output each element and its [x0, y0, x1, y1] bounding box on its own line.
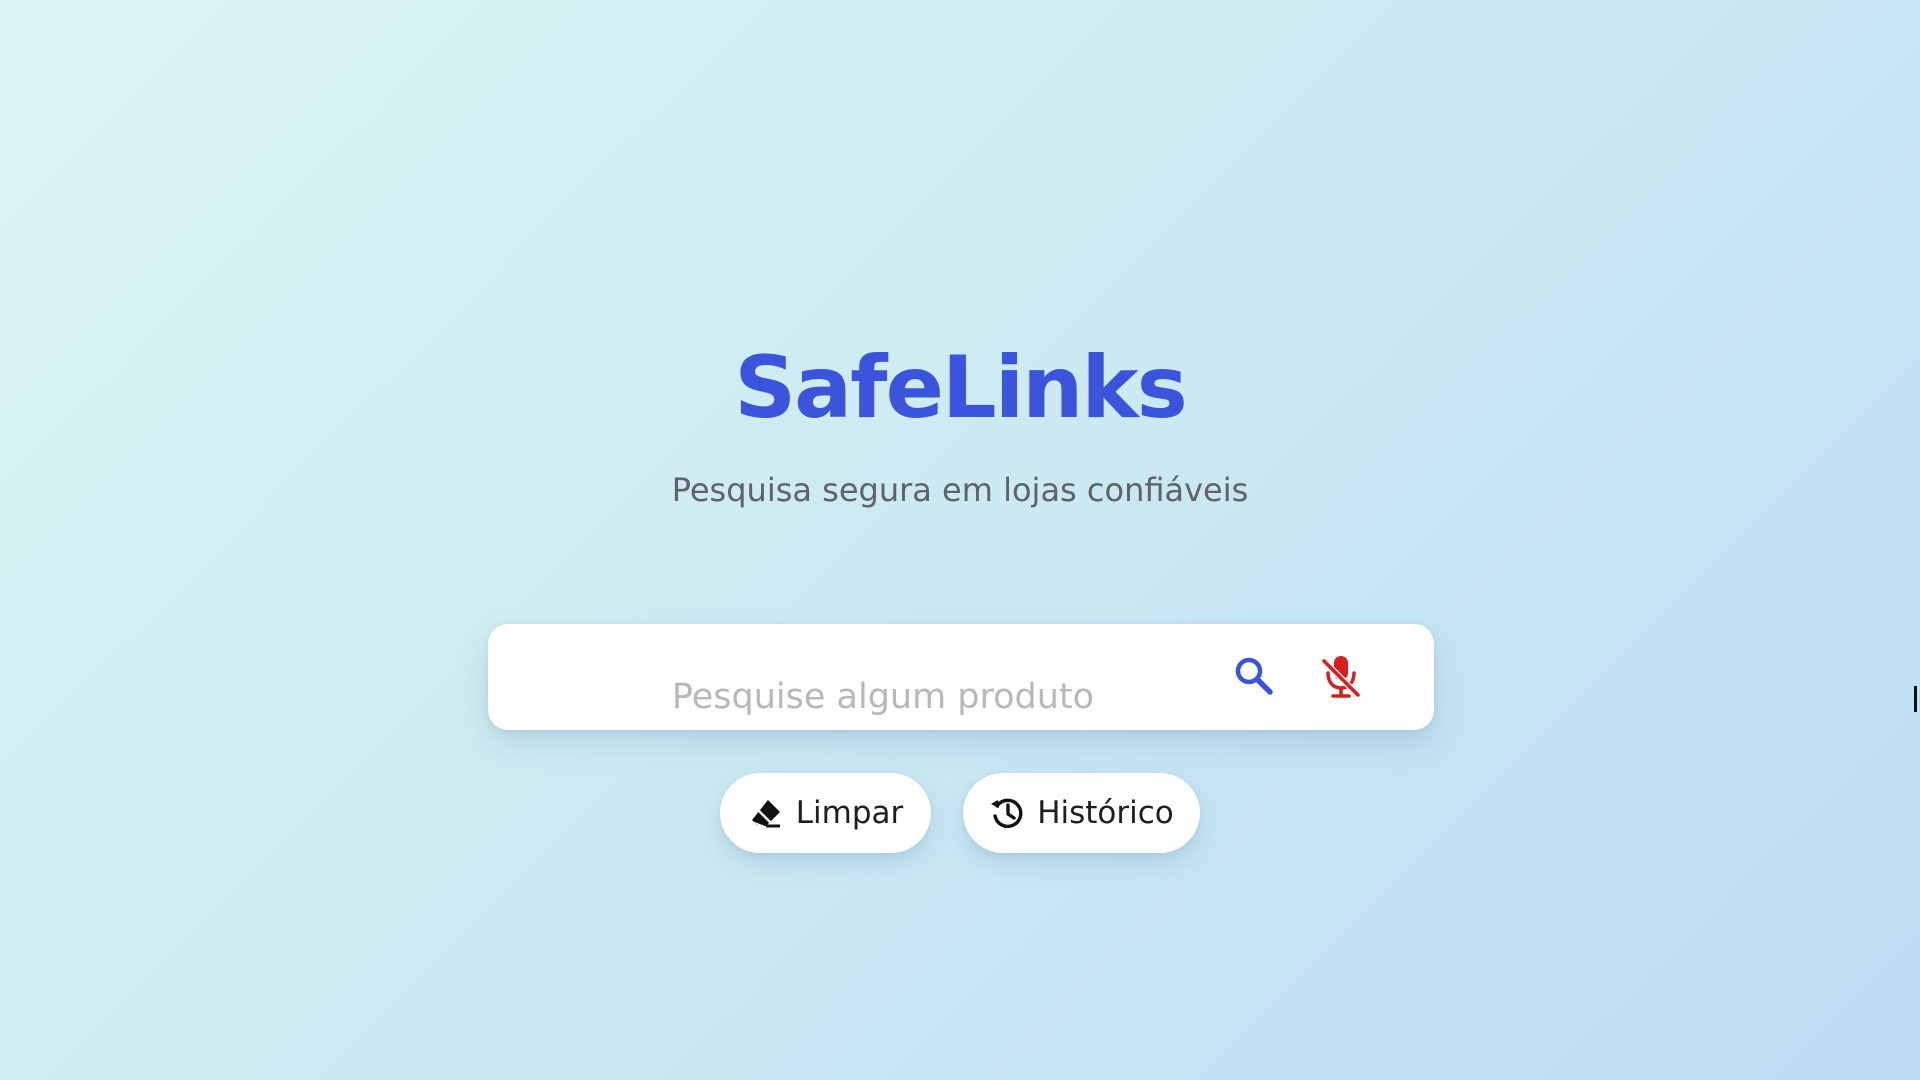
history-button[interactable]: Histórico: [963, 773, 1200, 853]
text-cursor: [1914, 686, 1917, 712]
action-buttons: Limpar Histórico: [0, 773, 1920, 853]
voice-search-button[interactable]: [1313, 650, 1369, 706]
app-title: SafeLinks: [734, 338, 1188, 438]
search-input[interactable]: [488, 624, 1278, 730]
search-button[interactable]: [1226, 650, 1282, 706]
search-bar: [488, 624, 1434, 730]
history-icon: [989, 795, 1025, 831]
eraser-icon: [748, 795, 784, 831]
clear-button-label: Limpar: [795, 795, 904, 831]
search-icon: [1232, 654, 1276, 702]
clear-button[interactable]: Limpar: [720, 773, 931, 853]
app-subtitle: Pesquisa segura em lojas confiáveis: [671, 471, 1249, 509]
page: SafeLinks Pesquisa segura em lojas confi…: [0, 0, 1920, 1080]
mic-off-icon: [1319, 652, 1363, 704]
history-button-label: Histórico: [1037, 795, 1174, 831]
